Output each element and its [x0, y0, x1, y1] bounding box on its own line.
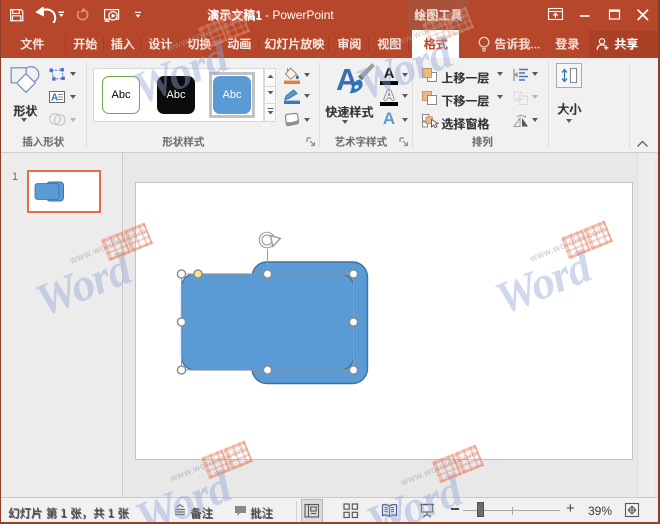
- svg-text:A: A: [51, 93, 58, 104]
